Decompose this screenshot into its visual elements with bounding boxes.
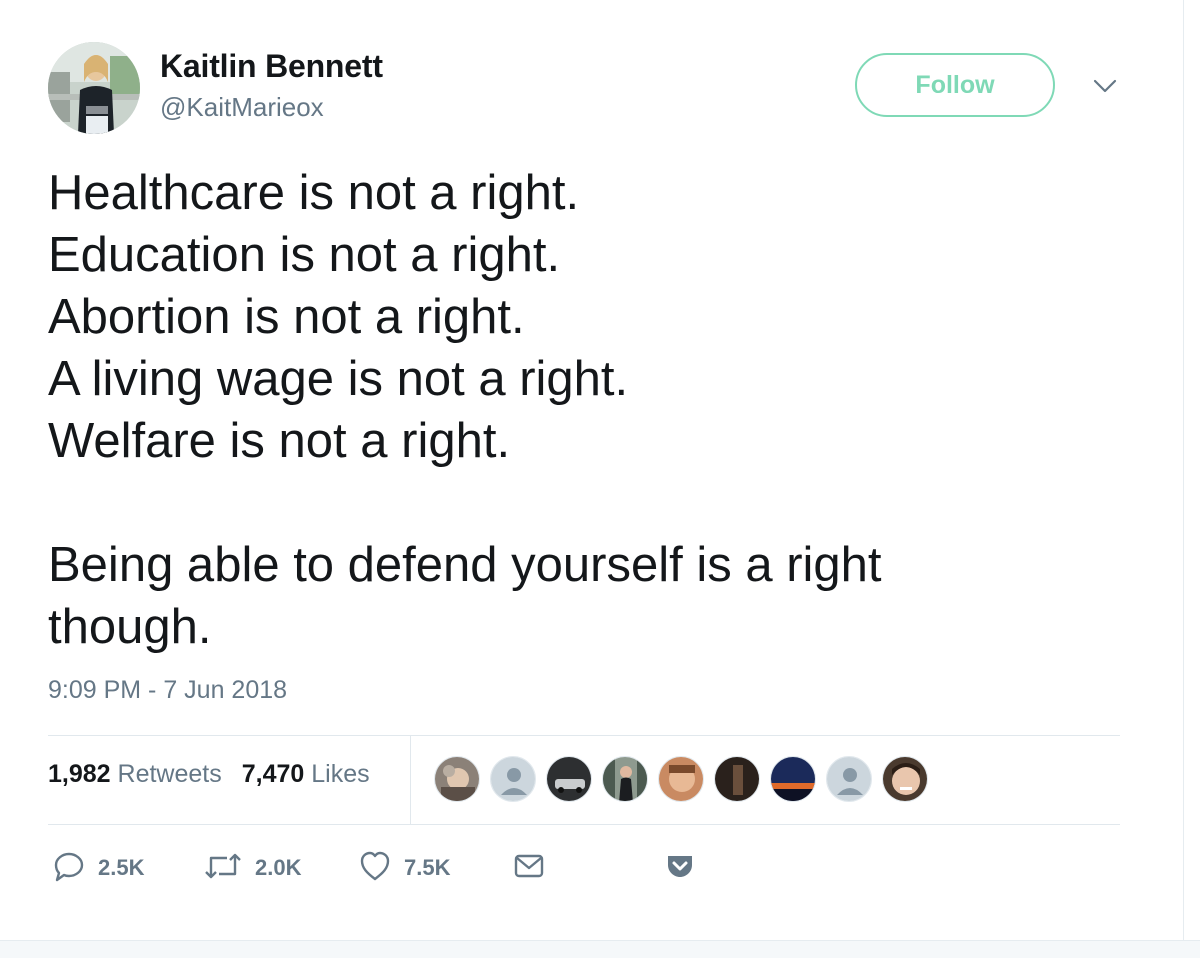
like-count: 7.5K bbox=[404, 855, 451, 880]
card-border-right bbox=[1183, 0, 1184, 940]
heart-icon bbox=[358, 849, 392, 888]
display-name[interactable]: Kaitlin Bennett bbox=[160, 48, 383, 85]
retweet-icon bbox=[203, 849, 243, 888]
liker-avatar[interactable] bbox=[714, 756, 760, 802]
liker-avatar[interactable] bbox=[658, 756, 704, 802]
retweets-stat[interactable]: 1,982 Retweets bbox=[48, 760, 242, 788]
stats-separator bbox=[410, 736, 411, 825]
tweet-card: Kaitlin Bennett @KaitMarieox Follow Heal… bbox=[0, 0, 1200, 958]
reply-count: 2.5K bbox=[98, 855, 145, 880]
tweet-text: Healthcare is not a right. Education is … bbox=[48, 162, 1128, 658]
default-avatar-icon[interactable] bbox=[826, 756, 872, 802]
reply-button[interactable]: 2.5K bbox=[52, 848, 144, 888]
user-handle[interactable]: @KaitMarieox bbox=[160, 92, 324, 123]
tweet-line: Education is not a right. bbox=[48, 228, 561, 282]
tweet-timestamp[interactable]: 9:09 PM - 7 Jun 2018 bbox=[48, 676, 287, 705]
retweet-count: 2.0K bbox=[255, 855, 302, 880]
likes-count: 7,470 bbox=[241, 760, 305, 788]
stats-divider-bottom bbox=[48, 824, 1120, 825]
follow-button[interactable]: Follow bbox=[855, 53, 1055, 117]
likes-label: Likes bbox=[311, 760, 370, 788]
tweet-line: though. bbox=[48, 600, 212, 654]
tweet-line: A living wage is not a right. bbox=[48, 352, 629, 406]
tweet-line: Welfare is not a right. bbox=[48, 414, 511, 468]
liker-avatar[interactable] bbox=[546, 756, 592, 802]
default-avatar-icon[interactable] bbox=[490, 756, 536, 802]
card-bottom-strip bbox=[0, 940, 1200, 958]
envelope-icon bbox=[512, 849, 546, 888]
stats-divider-top bbox=[48, 735, 1120, 736]
retweet-button[interactable]: 2.0K bbox=[203, 848, 301, 888]
pocket-icon bbox=[664, 850, 696, 887]
save-to-pocket-button[interactable] bbox=[664, 848, 696, 888]
reply-icon bbox=[52, 849, 86, 888]
likes-stat[interactable]: 7,470 Likes bbox=[242, 760, 370, 788]
liker-avatar[interactable] bbox=[770, 756, 816, 802]
retweets-label: Retweets bbox=[117, 760, 222, 788]
user-avatar[interactable] bbox=[48, 42, 140, 134]
chevron-down-icon[interactable] bbox=[1092, 76, 1118, 96]
retweets-count: 1,982 bbox=[48, 760, 111, 788]
liker-avatar[interactable] bbox=[434, 756, 480, 802]
tweet-line: Abortion is not a right. bbox=[48, 290, 525, 344]
liker-avatar[interactable] bbox=[882, 756, 928, 802]
avatar-photo bbox=[48, 42, 140, 134]
tweet-line: Healthcare is not a right. bbox=[48, 166, 580, 220]
direct-message-button[interactable] bbox=[512, 848, 546, 888]
like-button[interactable]: 7.5K bbox=[358, 848, 450, 888]
liker-avatar[interactable] bbox=[602, 756, 648, 802]
tweet-stats: 1,982 Retweets 7,470 Likes bbox=[48, 760, 370, 789]
tweet-line: Being able to defend yourself is a right bbox=[48, 538, 882, 592]
